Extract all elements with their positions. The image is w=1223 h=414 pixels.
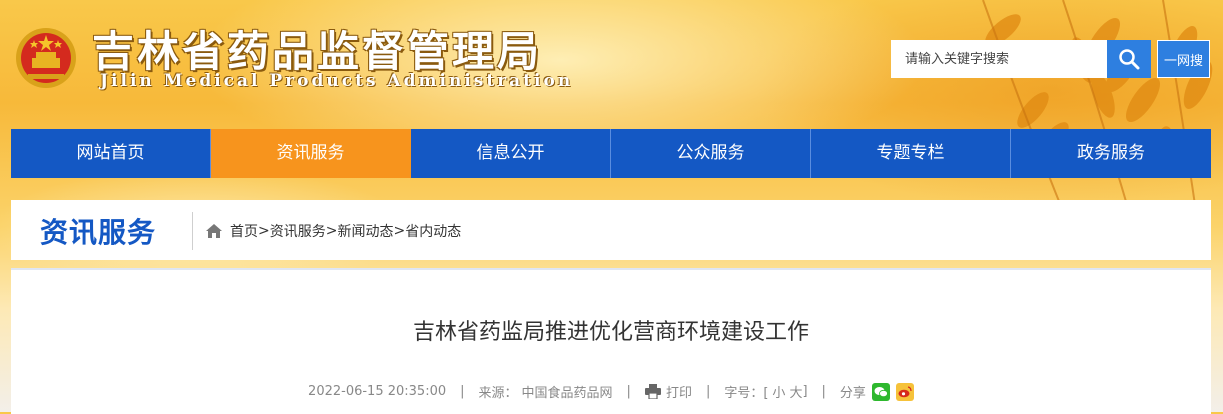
breadcrumb-home[interactable]: 首页	[230, 221, 258, 241]
share-label: 分享	[839, 386, 866, 401]
nav-item-special-topics[interactable]: 专题专栏	[811, 129, 1011, 178]
breadcrumb: 首页 > 资讯服务 > 新闻动态 > 省内动态	[206, 221, 461, 241]
article-title: 吉林省药监局推进优化营商环境建设工作	[412, 320, 809, 345]
font-small-button[interactable]: 小	[772, 382, 785, 401]
web-search-button[interactable]: 一网搜	[1157, 40, 1210, 78]
article-source: 中国食品药品网	[521, 386, 613, 401]
source-label: 来源：	[478, 386, 518, 401]
article-panel: 吉林省药监局推进优化营商环境建设工作 2022-06-15 20:35:00 |…	[11, 268, 1211, 414]
font-size-close: ]	[802, 384, 808, 399]
wechat-share-button[interactable]	[871, 382, 890, 401]
article-meta: 2022-06-15 20:35:00 | 来源： 中国食品药品网 | 打印 |…	[11, 382, 1211, 401]
font-size-label: 字号：[	[724, 386, 769, 401]
main-nav: 网站首页 资讯服务 信息公开 公众服务 专题专栏 政务服务	[11, 129, 1211, 178]
breadcrumb-separator: >	[325, 223, 338, 239]
breadcrumb-provincial-news[interactable]: 省内动态	[405, 221, 461, 241]
font-large-button[interactable]: 大	[789, 382, 802, 401]
home-icon	[206, 224, 222, 238]
print-label: 打印	[665, 386, 692, 401]
national-emblem-icon	[16, 28, 76, 88]
breadcrumb-separator: >	[258, 223, 270, 239]
meta-separator: |	[460, 384, 465, 399]
print-button[interactable]: 打印	[644, 382, 692, 401]
article-datetime: 2022-06-15 20:35:00	[308, 384, 447, 399]
breadcrumb-separator: >	[393, 223, 406, 239]
site-subtitle: Jilin Medical Products Administration	[100, 71, 574, 91]
nav-item-info-disclosure[interactable]: 信息公开	[411, 129, 611, 178]
nav-item-public-service[interactable]: 公众服务	[611, 129, 811, 178]
section-title: 资讯服务	[40, 216, 157, 249]
wechat-icon	[874, 386, 888, 397]
site-title: 吉林省药品监督管理局	[92, 27, 543, 76]
nav-item-news-service[interactable]: 资讯服务	[211, 129, 411, 178]
weibo-icon	[898, 385, 912, 397]
search-icon	[1119, 49, 1140, 70]
section-bar: 资讯服务 首页 > 资讯服务 > 新闻动态 > 省内动态	[11, 200, 1211, 260]
printer-icon	[644, 384, 661, 399]
nav-item-home[interactable]: 网站首页	[11, 129, 211, 178]
meta-separator: |	[626, 384, 631, 399]
search-button[interactable]	[1107, 40, 1151, 78]
meta-separator: |	[821, 384, 826, 399]
breadcrumb-news-service[interactable]: 资讯服务	[270, 221, 326, 241]
section-divider	[192, 212, 193, 250]
weibo-share-button[interactable]	[895, 382, 914, 401]
breadcrumb-news[interactable]: 新闻动态	[337, 221, 393, 241]
search-input[interactable]	[891, 40, 1107, 78]
meta-separator: |	[705, 384, 711, 399]
nav-item-gov-service[interactable]: 政务服务	[1011, 129, 1211, 178]
